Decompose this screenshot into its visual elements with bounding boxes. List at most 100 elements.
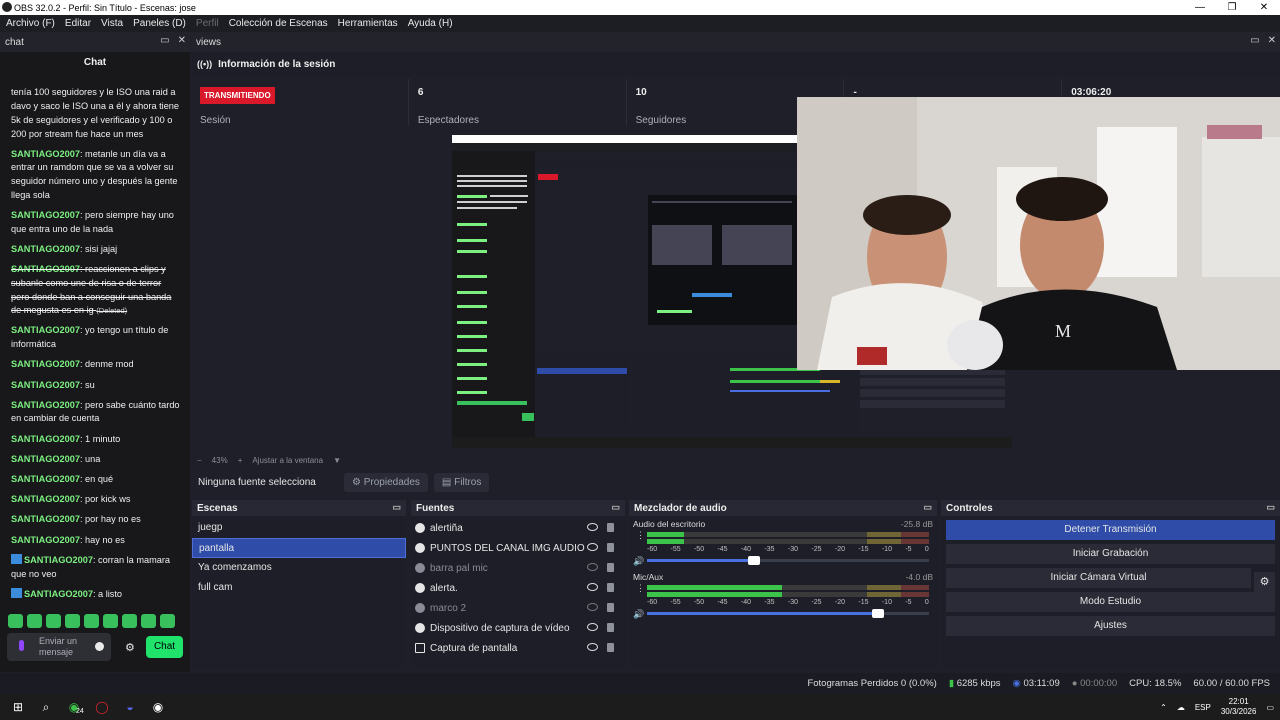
menu-paneles[interactable]: Paneles (D) [133,18,186,29]
lock-icon[interactable] [607,563,614,572]
source-item[interactable]: Dispositivo de captura de vídeo [411,618,625,638]
scene-item[interactable]: Ya comenzamos [192,558,406,578]
minimize-button[interactable]: — [1184,0,1216,15]
emote-icon[interactable] [27,614,42,628]
emote-icon[interactable] [46,614,61,628]
chat-username[interactable]: SANTIAGO2007 [11,434,80,444]
lock-icon[interactable] [607,643,614,652]
source-item[interactable]: alerta. [411,578,625,598]
emote-icon[interactable] [8,614,23,628]
emote-icon[interactable] [84,614,99,628]
lock-icon[interactable] [607,543,614,552]
chat-username[interactable]: SANTIAGO2007 [11,264,80,274]
maximize-button[interactable]: ❐ [1216,0,1248,15]
opera-icon[interactable]: ◯ [88,700,116,714]
volume-knob[interactable] [748,556,761,565]
dock-popout-icon[interactable]: ▭ [392,502,401,513]
eye-icon[interactable] [587,643,598,651]
lock-icon[interactable] [607,583,614,592]
menu-archivo[interactable]: Archivo (F) [6,18,55,29]
chat-username[interactable]: SANTIAGO2007 [11,454,80,464]
close-button[interactable]: ✕ [1248,0,1280,15]
dock-close-icon[interactable]: ✕ [1268,35,1276,46]
zoom-out-button[interactable]: − [197,456,202,465]
search-icon[interactable]: ⌕ [32,700,60,715]
properties-button[interactable]: ⚙ Propiedades [344,472,428,492]
start-recording-button[interactable]: Iniciar Grabación [946,544,1275,564]
dock-close-icon[interactable]: ✕ [178,35,186,46]
chat-settings-gear-icon[interactable]: ⚙ [125,641,135,654]
tray-clock[interactable]: 22:01 30/3/2026 [1221,697,1257,717]
eye-icon[interactable] [587,543,598,551]
notifications-icon[interactable]: ▭ [1266,703,1274,712]
chat-username[interactable]: SANTIAGO2007 [24,589,93,599]
emote-icon[interactable] [160,614,175,628]
tray-chevron-icon[interactable]: ⌃ [1160,703,1167,712]
zoom-dropdown-icon[interactable]: ▼ [333,456,341,465]
scene-item[interactable]: juegp [192,518,406,538]
eye-hidden-icon[interactable] [587,603,598,611]
speaker-icon[interactable]: 🔊 [633,556,644,567]
lock-icon[interactable] [607,523,614,532]
zoom-in-button[interactable]: + [238,456,243,465]
windows-start-icon[interactable]: ⊞ [4,700,32,714]
zoom-fit-button[interactable]: Ajustar a la ventana [252,456,323,465]
eye-icon[interactable] [587,523,598,531]
emote-icon[interactable] [65,614,80,628]
chat-username[interactable]: SANTIAGO2007 [11,535,80,545]
scene-item[interactable]: pantalla [192,538,406,558]
chat-username[interactable]: SANTIAGO2007 [11,514,80,524]
volume-slider[interactable] [647,609,929,618]
stop-stream-button[interactable]: Detener Transmisión [946,520,1275,540]
studio-mode-button[interactable]: Modo Estudio [946,592,1275,612]
chat-input[interactable]: Enviar un mensaje [7,633,111,661]
lock-icon[interactable] [607,623,614,632]
filters-button[interactable]: ▤ Filtros [433,472,490,492]
lock-icon[interactable] [607,603,614,612]
discord-icon[interactable]: ◒ [116,700,144,714]
virtual-camera-settings-gear-icon[interactable]: ⚙ [1254,572,1275,592]
chat-username[interactable]: SANTIAGO2007 [11,210,80,220]
eye-icon[interactable] [587,583,598,591]
source-item[interactable]: marco 2 [411,598,625,618]
menu-coleccion-escenas[interactable]: Colección de Escenas [229,18,328,29]
start-virtual-camera-button[interactable]: Iniciar Cámara Virtual [946,568,1251,588]
tray-cloud-icon[interactable]: ☁ [1177,703,1185,712]
source-item[interactable]: barra pal mic [411,558,625,578]
channel-menu-icon[interactable]: ⋮ [636,583,645,594]
settings-button[interactable]: Ajustes [946,616,1275,636]
chat-username[interactable]: SANTIAGO2007 [11,325,80,335]
tray-language[interactable]: ESP [1195,703,1211,712]
dock-popout-icon[interactable]: ▭ [1266,502,1275,513]
dock-float-icon[interactable]: ▭ [1250,35,1259,46]
chat-username[interactable]: SANTIAGO2007 [11,400,80,410]
volume-slider[interactable] [647,556,929,565]
chat-username[interactable]: SANTIAGO2007 [11,359,80,369]
menu-editar[interactable]: Editar [65,18,91,29]
emoji-icon[interactable] [95,642,104,651]
source-item[interactable]: PUNTOS DEL CANAL IMG AUDIO [411,538,625,558]
source-item[interactable]: Captura de pantalla [411,638,625,658]
chat-username[interactable]: SANTIAGO2007 [11,380,80,390]
volume-knob[interactable] [872,609,885,618]
mic-icon[interactable] [19,640,24,651]
scene-item[interactable]: full cam [192,578,406,598]
dock-popout-icon[interactable]: ▭ [611,502,620,513]
chat-username[interactable]: SANTIAGO2007 [11,149,80,159]
chat-username[interactable]: SANTIAGO2007 [11,244,80,254]
speaker-icon[interactable]: 🔊 [633,609,644,620]
menu-ayuda[interactable]: Ayuda (H) [408,18,453,29]
menu-vista[interactable]: Vista [101,18,123,29]
dock-float-icon[interactable]: ▭ [160,35,169,46]
chat-send-button[interactable]: Chat [146,636,183,658]
chat-username[interactable]: SANTIAGO2007 [11,474,80,484]
eye-icon[interactable] [587,623,598,631]
emote-icon[interactable] [103,614,118,628]
eye-hidden-icon[interactable] [587,563,598,571]
dock-popout-icon[interactable]: ▭ [923,502,932,513]
whatsapp-icon[interactable]: ◉ 24 [60,700,88,715]
chat-username[interactable]: SANTIAGO2007 [11,494,80,504]
chat-username[interactable]: SANTIAGO2007 [24,555,93,565]
obs-taskbar-icon[interactable]: ◉ [144,700,172,714]
emote-icon[interactable] [122,614,137,628]
